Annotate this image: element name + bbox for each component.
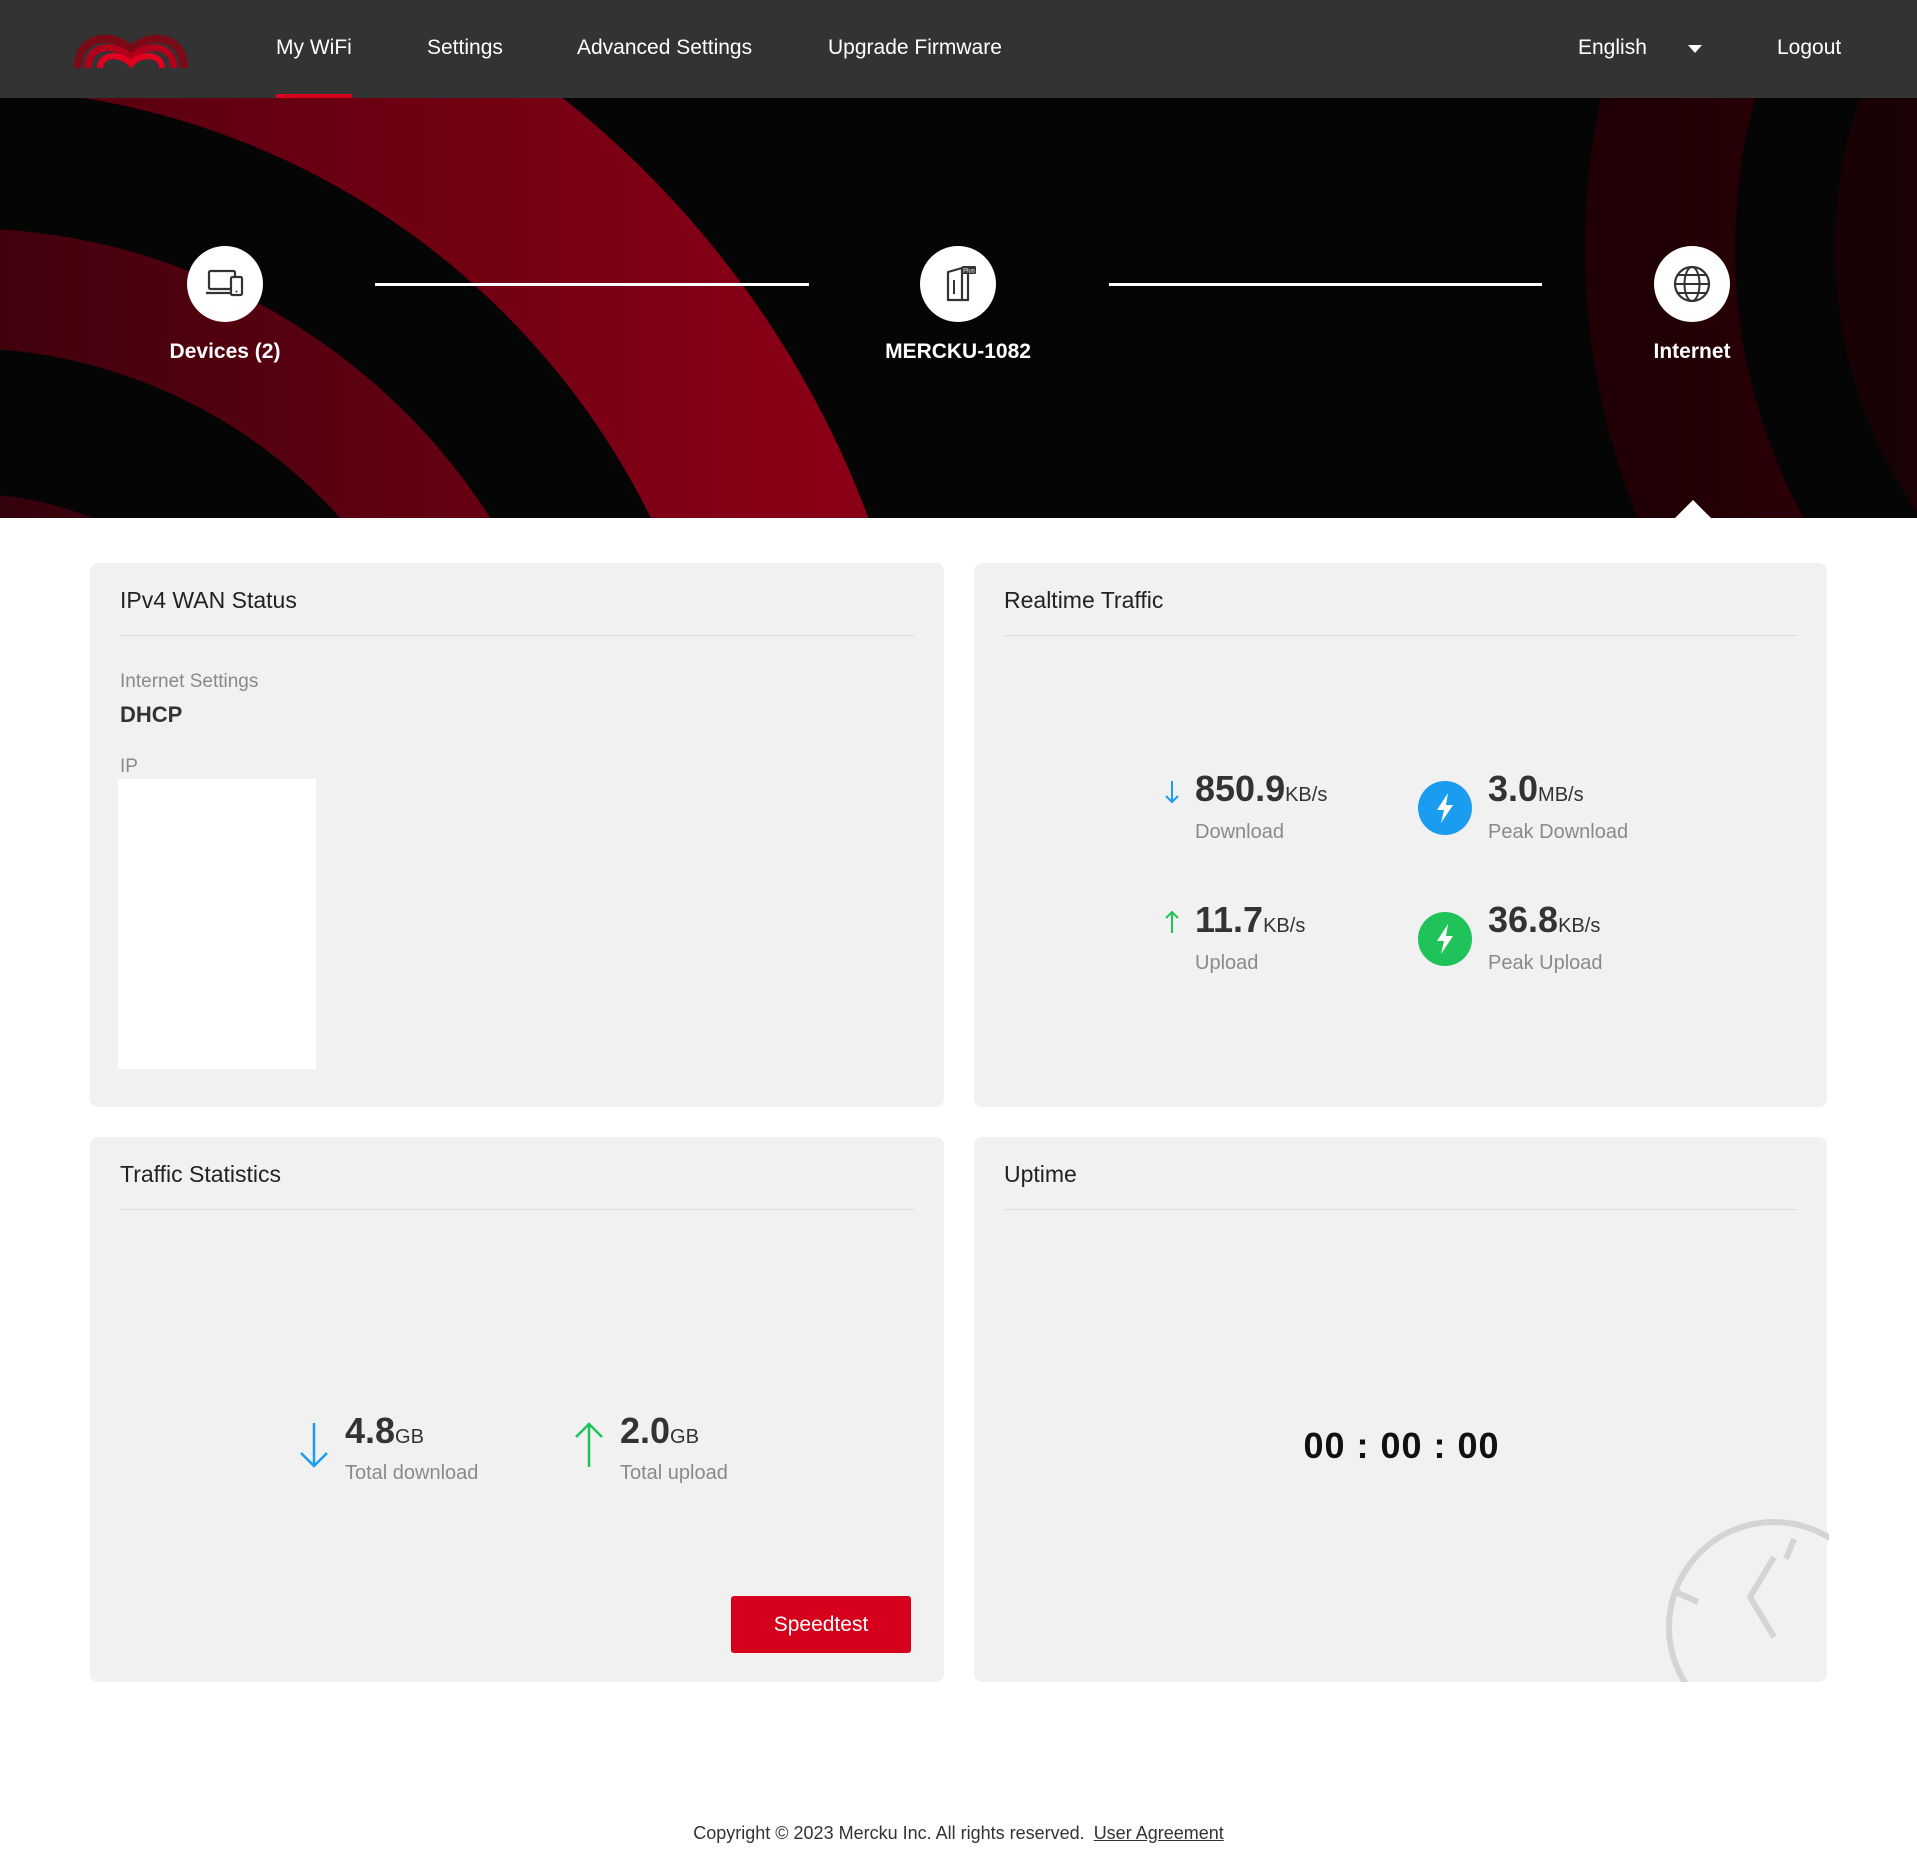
upload-arrow-icon xyxy=(1165,910,1179,933)
realtime-traffic-title: Realtime Traffic xyxy=(1004,587,1164,613)
router-node[interactable]: Plus xyxy=(920,246,996,322)
user-agreement-link[interactable]: User Agreement xyxy=(1094,1823,1224,1843)
download-speed-value: 850.9 xyxy=(1195,768,1286,809)
total-upload-value: 2.0 xyxy=(620,1410,671,1451)
total-download-label: Total download xyxy=(345,1462,479,1484)
peak-upload-speed: 36.8KB/s xyxy=(1488,899,1600,941)
lightning-icon xyxy=(1437,793,1453,823)
connection-line-devices-router xyxy=(375,283,809,286)
peak-download-speed: 3.0MB/s xyxy=(1488,768,1584,810)
traffic-statistics-title: Traffic Statistics xyxy=(120,1161,282,1187)
network-topology-banner: Devices (2) Plus MERCKU-1082 Internet xyxy=(0,98,1917,518)
upload-label: Upload xyxy=(1195,952,1259,974)
realtime-traffic-card: Realtime Traffic 850.9KB/s Download 3.0M… xyxy=(974,563,1827,1107)
peak-upload-badge xyxy=(1418,912,1472,966)
lightning-icon xyxy=(1437,924,1453,954)
router-name: MERCKU-1082 xyxy=(885,340,1031,363)
total-download-value: 4.8 xyxy=(345,1410,396,1451)
total-download-arrow-icon xyxy=(300,1423,328,1468)
connection-line-router-internet xyxy=(1109,283,1542,286)
peak-upload-label: Peak Upload xyxy=(1488,952,1603,974)
peak-upload-unit: KB/s xyxy=(1558,915,1601,937)
download-label: Download xyxy=(1195,821,1284,843)
wan-status-card: IPv4 WAN Status Internet Settings DHCP I… xyxy=(90,563,944,1107)
logout-link[interactable]: Logout xyxy=(1777,36,1841,60)
download-speed-unit: KB/s xyxy=(1285,784,1328,806)
download-speed: 850.9KB/s xyxy=(1195,768,1327,810)
card-divider xyxy=(120,1209,914,1210)
speedtest-button[interactable]: Speedtest xyxy=(731,1596,911,1653)
router-badge: Plus xyxy=(963,269,975,275)
clock-icon xyxy=(1666,1519,1829,1682)
upload-speed: 11.7KB/s xyxy=(1195,899,1305,941)
card-divider xyxy=(120,635,914,636)
internet-node[interactable] xyxy=(1654,246,1730,322)
nav-settings[interactable]: Settings xyxy=(427,36,503,60)
devices-icon xyxy=(206,269,244,297)
traffic-statistics-card: Traffic Statistics 4.8GB Total download … xyxy=(90,1137,944,1682)
download-arrow-icon xyxy=(1165,781,1179,804)
uptime-title: Uptime xyxy=(1004,1161,1077,1187)
globe-icon xyxy=(1673,265,1711,303)
internet-settings-value: DHCP xyxy=(120,702,183,727)
peak-download-value: 3.0 xyxy=(1488,768,1539,809)
devices-node[interactable] xyxy=(187,246,263,322)
internet-label: Internet xyxy=(1653,340,1731,363)
devices-label: Devices (2) xyxy=(169,340,281,363)
total-download: 4.8GB xyxy=(345,1410,424,1452)
card-divider xyxy=(1004,635,1797,636)
total-upload-label: Total upload xyxy=(620,1462,728,1484)
language-select[interactable]: English xyxy=(1578,36,1647,60)
router-icon: Plus xyxy=(946,266,976,302)
chevron-down-icon[interactable] xyxy=(1688,45,1702,53)
copyright-text: Copyright © 2023 Mercku Inc. All rights … xyxy=(693,1823,1085,1843)
peak-download-badge xyxy=(1418,781,1472,835)
upload-speed-unit: KB/s xyxy=(1263,915,1306,937)
card-divider xyxy=(1004,1209,1797,1210)
peak-download-unit: MB/s xyxy=(1538,784,1584,806)
top-navigation: My WiFi Settings Advanced Settings Upgra… xyxy=(0,0,1917,98)
total-upload-unit: GB xyxy=(670,1426,699,1448)
uptime-card: Uptime 00 : 00 : 00 xyxy=(974,1137,1829,1682)
total-upload-arrow-icon xyxy=(575,1422,603,1467)
total-download-unit: GB xyxy=(395,1426,424,1448)
internet-settings-label: Internet Settings xyxy=(120,671,259,692)
nav-my-wifi[interactable]: My WiFi xyxy=(276,36,352,98)
wan-status-title: IPv4 WAN Status xyxy=(120,587,297,613)
uptime-value: 00 : 00 : 00 xyxy=(1303,1425,1500,1466)
nav-upgrade-firmware[interactable]: Upgrade Firmware xyxy=(828,36,1002,60)
peak-download-label: Peak Download xyxy=(1488,821,1629,843)
mercku-logo[interactable] xyxy=(74,28,188,70)
nav-advanced-settings[interactable]: Advanced Settings xyxy=(577,36,752,60)
peak-upload-value: 36.8 xyxy=(1488,899,1559,940)
upload-speed-value: 11.7 xyxy=(1195,899,1264,940)
total-upload: 2.0GB xyxy=(620,1410,699,1452)
ip-value-redacted xyxy=(118,779,316,1069)
ip-label: IP xyxy=(120,756,138,777)
footer: Copyright © 2023 Mercku Inc. All rights … xyxy=(0,1823,1917,1844)
selected-node-pointer xyxy=(1674,500,1712,518)
